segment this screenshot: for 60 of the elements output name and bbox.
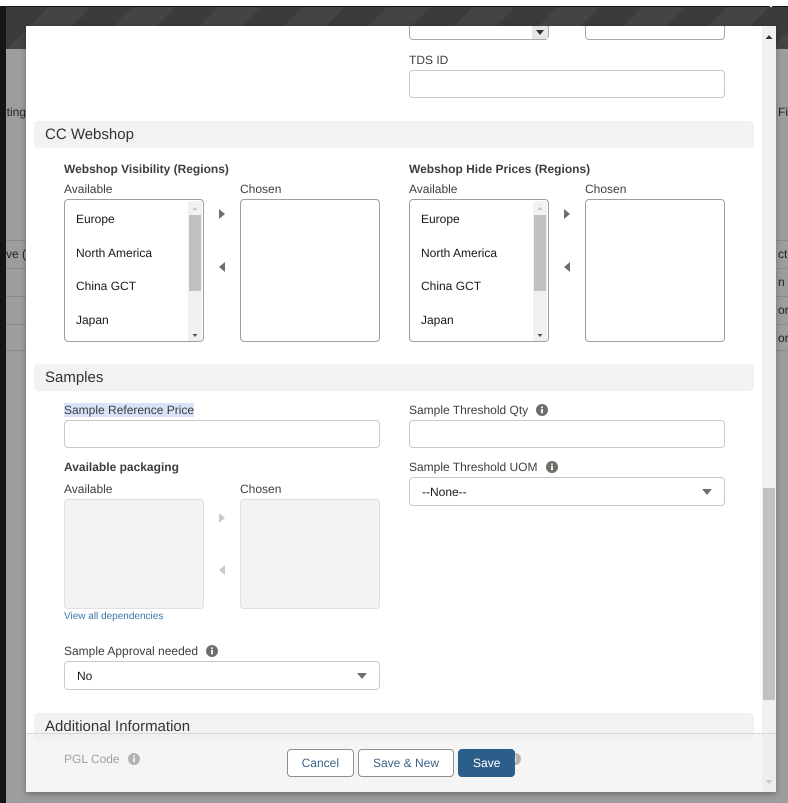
field-label: Sample Approval needed	[64, 644, 198, 658]
list-label: Chosen	[240, 482, 282, 496]
info-icon	[536, 404, 548, 416]
move-right-button[interactable]	[219, 209, 225, 219]
background-text: ve (	[6, 247, 26, 261]
listbox-title: Webshop Hide Prices (Regions)	[409, 162, 592, 176]
caret-icon	[702, 488, 712, 494]
picklist[interactable]: No	[64, 661, 380, 690]
list-option[interactable]: Europe	[76, 209, 115, 229]
background-text: ting	[6, 105, 26, 119]
list-option[interactable]: North America	[76, 242, 152, 262]
list-option[interactable]: Japan	[76, 310, 109, 330]
list-option[interactable]: Europe	[421, 209, 460, 229]
text-input[interactable]	[409, 420, 725, 448]
text-input[interactable]	[585, 26, 725, 40]
field-label: Sample Threshold Qty	[409, 403, 528, 417]
background-text: ct	[778, 247, 788, 261]
text-input[interactable]	[409, 70, 725, 98]
save-button[interactable]: Save	[458, 749, 516, 777]
available-listbox[interactable]: Europe North America China GCT Japan	[64, 199, 204, 342]
field-label: Sample Threshold UOM	[409, 460, 538, 474]
footer-button[interactable]: Cancel	[286, 749, 354, 777]
text-input[interactable]	[64, 420, 380, 448]
info-icon	[206, 645, 218, 657]
info-icon	[546, 461, 558, 473]
dependencies-link[interactable]: View all dependencies	[64, 611, 380, 623]
section-title: Additional Information	[45, 718, 190, 735]
move-left-button[interactable]	[219, 262, 225, 272]
section-title: CC Webshop	[45, 126, 134, 143]
field-label: TDS ID	[409, 53, 448, 67]
list-option[interactable]: Japan	[421, 310, 454, 330]
chosen-listbox[interactable]	[585, 199, 725, 342]
available-listbox[interactable]: Europe North America China GCT Japan	[409, 199, 549, 342]
field-label: PGL Code	[64, 752, 120, 766]
list-label: Available	[64, 482, 112, 496]
list-option[interactable]: China GCT	[76, 276, 136, 296]
scrollbar[interactable]	[533, 201, 547, 341]
caret-icon	[536, 30, 544, 35]
field-label: Sample Reference Price	[64, 403, 194, 417]
background-text: Fi	[778, 105, 788, 119]
info-icon	[128, 753, 140, 765]
scrollbar[interactable]	[762, 26, 776, 792]
picklist[interactable]: --None--	[409, 477, 725, 506]
scrollbar[interactable]	[188, 201, 202, 341]
list-label: Chosen	[585, 182, 626, 196]
list-option[interactable]: China GCT	[421, 276, 482, 296]
footer-button[interactable]: Save & New	[358, 749, 454, 777]
background-text: n	[778, 275, 785, 289]
list-label: Available	[64, 182, 112, 196]
move-right-button[interactable]	[564, 209, 570, 219]
section-title: Samples	[45, 369, 104, 386]
caret-icon	[357, 672, 367, 678]
list-option[interactable]: North America	[421, 242, 498, 262]
list-label: Chosen	[240, 182, 282, 196]
listbox-title: Available packaging	[64, 460, 180, 474]
chosen-listbox[interactable]	[240, 199, 380, 342]
list-label: Available	[409, 182, 458, 196]
listbox-title: Webshop Visibility (Regions)	[64, 162, 230, 176]
picklist[interactable]	[409, 26, 549, 40]
move-left-button[interactable]	[564, 262, 570, 272]
